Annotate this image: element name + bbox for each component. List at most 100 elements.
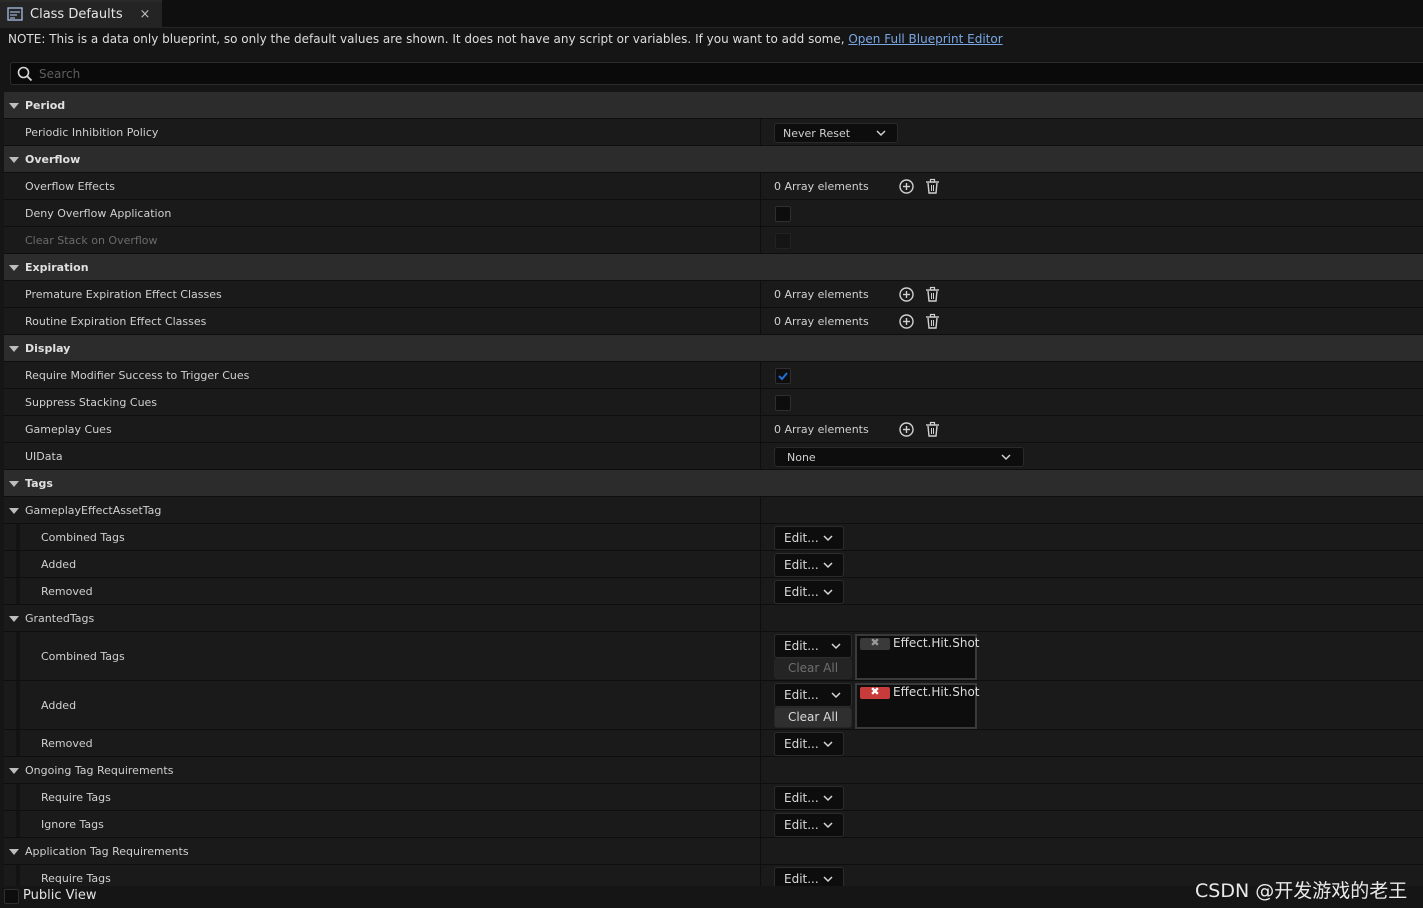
- details-property-grid: Period Periodic Inhibition Policy Never …: [4, 92, 1423, 892]
- add-element-icon[interactable]: [898, 313, 915, 330]
- property-label: Added: [41, 558, 77, 571]
- property-row-granted-removed: Removed Edit...: [4, 730, 1423, 757]
- public-view-checkbox[interactable]: [4, 889, 19, 904]
- category-tags[interactable]: Tags: [4, 470, 1423, 497]
- property-label: Combined Tags: [41, 531, 125, 544]
- category-display[interactable]: Display: [4, 335, 1423, 362]
- array-count: 0 Array elements: [774, 288, 869, 301]
- suppress-stacking-cues-checkbox[interactable]: [775, 395, 791, 411]
- expand-arrow-icon[interactable]: [9, 616, 19, 622]
- expand-arrow-icon[interactable]: [9, 103, 19, 109]
- expand-arrow-icon[interactable]: [9, 265, 19, 271]
- edit-label: Edit...: [784, 818, 819, 832]
- expand-arrow-icon[interactable]: [9, 508, 19, 514]
- property-label: Require Modifier Success to Trigger Cues: [25, 369, 250, 382]
- category-label: Period: [25, 99, 66, 112]
- trash-icon[interactable]: [924, 421, 941, 438]
- property-label: Removed: [41, 737, 93, 750]
- add-element-icon[interactable]: [898, 286, 915, 303]
- remove-glyph: ✖: [870, 636, 880, 649]
- clear-stack-on-overflow-checkbox: [775, 233, 791, 249]
- remove-glyph: ✖: [870, 685, 880, 698]
- property-label: Added: [41, 699, 77, 712]
- dropdown-value: Never Reset: [783, 127, 851, 140]
- property-row-deny-overflow-application: Deny Overflow Application: [4, 200, 1423, 227]
- tab-class-defaults[interactable]: Class Defaults ×: [0, 0, 162, 28]
- property-row-uidata: UIData None: [4, 443, 1423, 470]
- array-count: 0 Array elements: [774, 423, 869, 436]
- property-row-periodic-inhibition-policy: Periodic Inhibition Policy Never Reset: [4, 119, 1423, 146]
- edit-label: Edit...: [784, 585, 819, 599]
- trash-icon[interactable]: [924, 286, 941, 303]
- deny-overflow-application-checkbox[interactable]: [775, 206, 791, 222]
- edit-tags-button[interactable]: Edit...: [774, 732, 844, 756]
- property-row-ongoing-require-tags: Require Tags Edit...: [4, 784, 1423, 811]
- tag-list: ✖ Effect.Hit.Shot: [855, 683, 980, 729]
- checkmark-icon: [778, 372, 788, 381]
- property-row-routine-expiration: Routine Expiration Effect Classes 0 Arra…: [4, 308, 1423, 335]
- property-label: GameplayEffectAssetTag: [25, 504, 162, 517]
- trash-icon[interactable]: [924, 178, 941, 195]
- expand-arrow-icon[interactable]: [9, 768, 19, 774]
- category-overflow[interactable]: Overflow: [4, 146, 1423, 173]
- chevron-down-icon: [876, 130, 886, 137]
- open-full-blueprint-editor-link[interactable]: Open Full Blueprint Editor: [848, 32, 1002, 46]
- property-row-asset-removed: Removed Edit...: [4, 578, 1423, 605]
- expand-arrow-icon[interactable]: [9, 157, 19, 163]
- tag-list: ✖ Effect.Hit.Shot: [855, 634, 980, 680]
- array-count: 0 Array elements: [774, 315, 869, 328]
- add-element-icon[interactable]: [898, 178, 915, 195]
- group-application-tag-requirements[interactable]: Application Tag Requirements: [4, 838, 1423, 865]
- edit-label: Edit...: [784, 558, 819, 572]
- property-label: Premature Expiration Effect Classes: [25, 288, 222, 301]
- chevron-down-icon: [823, 589, 833, 596]
- edit-tags-button[interactable]: Edit...: [774, 634, 852, 658]
- property-label: Application Tag Requirements: [25, 845, 189, 858]
- array-count: 0 Array elements: [774, 180, 869, 193]
- add-element-icon[interactable]: [898, 421, 915, 438]
- tag-name: Effect.Hit.Shot: [893, 685, 980, 699]
- require-modifier-success-checkbox[interactable]: [775, 368, 791, 384]
- periodic-inhibition-policy-dropdown[interactable]: Never Reset: [774, 123, 898, 143]
- uidata-dropdown[interactable]: None: [774, 447, 1024, 467]
- public-view-label: Public View: [23, 888, 97, 903]
- expand-arrow-icon[interactable]: [9, 346, 19, 352]
- edit-label: Edit...: [784, 872, 819, 886]
- group-gameplay-effect-asset-tag[interactable]: GameplayEffectAssetTag: [4, 497, 1423, 524]
- chevron-down-icon: [823, 535, 833, 542]
- property-row-ongoing-ignore-tags: Ignore Tags Edit...: [4, 811, 1423, 838]
- search-input[interactable]: [39, 65, 1409, 83]
- edit-label: Edit...: [784, 639, 819, 653]
- category-label: Overflow: [25, 153, 81, 166]
- trash-icon[interactable]: [924, 313, 941, 330]
- close-icon[interactable]: ×: [138, 7, 152, 22]
- group-granted-tags[interactable]: GrantedTags: [4, 605, 1423, 632]
- edit-label: Edit...: [784, 688, 819, 702]
- category-label: Tags: [25, 477, 53, 490]
- edit-label: Edit...: [784, 791, 819, 805]
- edit-tags-button[interactable]: Edit...: [774, 553, 844, 577]
- expand-arrow-icon[interactable]: [9, 481, 19, 487]
- property-row-premature-expiration: Premature Expiration Effect Classes 0 Ar…: [4, 281, 1423, 308]
- expand-arrow-icon[interactable]: [9, 849, 19, 855]
- property-label: GrantedTags: [25, 612, 95, 625]
- edit-tags-button[interactable]: Edit...: [774, 526, 844, 550]
- category-expiration[interactable]: Expiration: [4, 254, 1423, 281]
- property-row-granted-added: Added Edit... Clear All ✖ Effect.Hit.Sho…: [4, 681, 1423, 730]
- edit-tags-button[interactable]: Edit...: [774, 683, 852, 707]
- edit-tags-button[interactable]: Edit...: [774, 813, 844, 837]
- property-label: Require Tags: [41, 791, 111, 804]
- property-row-overflow-effects: Overflow Effects 0 Array elements: [4, 173, 1423, 200]
- property-label: Clear Stack on Overflow: [25, 234, 158, 247]
- clear-all-button[interactable]: Clear All: [774, 707, 852, 728]
- category-period[interactable]: Period: [4, 92, 1423, 119]
- group-ongoing-tag-requirements[interactable]: Ongoing Tag Requirements: [4, 757, 1423, 784]
- chevron-down-icon: [823, 822, 833, 829]
- edit-tags-button[interactable]: Edit...: [774, 580, 844, 604]
- chevron-down-icon: [831, 643, 841, 650]
- chevron-down-icon: [823, 741, 833, 748]
- property-row-gameplay-cues: Gameplay Cues 0 Array elements: [4, 416, 1423, 443]
- edit-label: Edit...: [784, 531, 819, 545]
- remove-tag-icon[interactable]: ✖: [860, 685, 890, 699]
- edit-tags-button[interactable]: Edit...: [774, 786, 844, 810]
